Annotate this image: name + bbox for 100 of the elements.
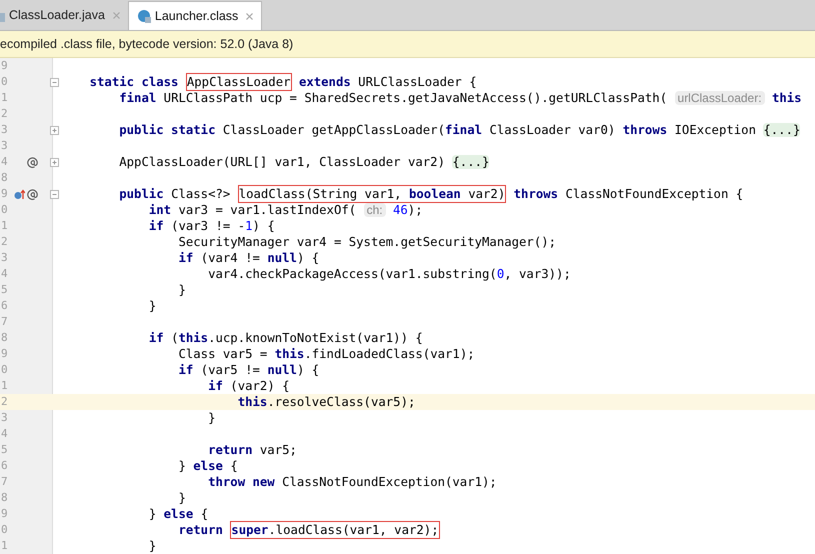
code-text: (var2) { bbox=[230, 379, 290, 393]
decompiled-notice: ecompiled .class file, bytecode version: 52.0 (Java 8) bbox=[0, 36, 294, 53]
keyword: int bbox=[148, 203, 172, 217]
keyword: else bbox=[193, 459, 223, 473]
keyword: throws bbox=[622, 123, 668, 137]
keyword: super bbox=[231, 523, 268, 537]
code-text: var3 = var1.lastIndexOf( bbox=[178, 203, 356, 217]
parameter-hint: urlClassLoader: bbox=[674, 91, 765, 105]
keyword: public bbox=[119, 187, 164, 201]
code-text: AppClassLoader bbox=[186, 75, 291, 89]
code-text: } bbox=[178, 283, 186, 297]
expand-icon[interactable] bbox=[50, 126, 58, 134]
code-text: URLClassLoader { bbox=[358, 75, 477, 89]
code-text: ( bbox=[171, 331, 178, 345]
keyword: if bbox=[178, 363, 194, 377]
line-number: 1 bbox=[0, 90, 9, 106]
code-text: ) { bbox=[296, 251, 320, 265]
keyword: if bbox=[208, 379, 223, 393]
code-text: } bbox=[148, 507, 156, 521]
code-text: { bbox=[200, 507, 208, 521]
line-number: 1 bbox=[0, 538, 9, 554]
code-text: (var3 != - bbox=[171, 219, 246, 233]
collapse-icon[interactable] bbox=[50, 190, 58, 198]
keyword: this bbox=[274, 347, 304, 361]
line-number: 8 bbox=[0, 330, 9, 346]
code-text: loadClass(String var1, bbox=[238, 187, 402, 201]
code-text: AppClassLoader(URL[] var1, ClassLoader var2) bbox=[119, 155, 445, 169]
code-text: ClassNotFoundException(var1); bbox=[282, 475, 497, 489]
line-number: 1 bbox=[0, 378, 9, 394]
line-number: 2 bbox=[0, 394, 9, 410]
line-number: 9 bbox=[0, 186, 9, 202]
keyword: null bbox=[267, 251, 297, 265]
number-literal: 1 bbox=[245, 219, 253, 233]
keyword: static class bbox=[90, 75, 178, 89]
code-text: IOException bbox=[674, 123, 756, 137]
code-text: } bbox=[178, 459, 186, 473]
line-number: 1 bbox=[0, 218, 9, 234]
code-text: Class var5 = bbox=[178, 347, 268, 361]
line-number: 5 bbox=[0, 282, 9, 298]
line-number: 3 bbox=[0, 250, 9, 266]
keyword: return bbox=[208, 443, 252, 457]
code-text: ) { bbox=[252, 219, 275, 233]
expand-icon[interactable] bbox=[50, 158, 58, 166]
keyword: this bbox=[238, 395, 268, 409]
keyword: final bbox=[119, 91, 156, 105]
collapse-icon[interactable] bbox=[50, 78, 58, 86]
editor-tab[interactable]: Launcher.class bbox=[128, 1, 262, 30]
keyword: final bbox=[445, 123, 482, 137]
code-text: SecurityManager var4 = System.getSecurityManager(); bbox=[178, 235, 556, 249]
code-text: URLClassPath ucp = SharedSecrets.getJavaNetAccess().getURLClassPath( bbox=[164, 91, 668, 105]
code-text: } bbox=[148, 539, 156, 553]
line-number: 7 bbox=[0, 314, 9, 330]
line-number: 9 bbox=[0, 346, 9, 362]
close-icon[interactable] bbox=[246, 12, 254, 20]
code-text: .loadClass(var1, var2); bbox=[268, 523, 439, 537]
code-text: } bbox=[148, 299, 156, 313]
line-number: 4 bbox=[0, 154, 9, 170]
line-number: 3 bbox=[0, 138, 9, 154]
code-text: } bbox=[208, 411, 216, 425]
override-marker-icon[interactable] bbox=[14, 188, 25, 200]
code-text: ); bbox=[408, 203, 423, 217]
code-text: (var5 != bbox=[200, 363, 260, 377]
line-number: 5 bbox=[0, 442, 9, 458]
code-text: { bbox=[230, 459, 238, 473]
close-icon[interactable] bbox=[112, 12, 120, 19]
code-text: Class<?> bbox=[171, 187, 230, 201]
line-number: 6 bbox=[0, 458, 9, 474]
line-number: 8 bbox=[0, 490, 9, 506]
code-text: ClassNotFoundException { bbox=[565, 187, 744, 201]
keyword: throw new bbox=[208, 475, 275, 489]
keyword: extends bbox=[298, 75, 351, 89]
keyword: null bbox=[267, 363, 297, 377]
keyword: if bbox=[148, 331, 164, 345]
folded-code[interactable]: {...} bbox=[452, 155, 490, 169]
keyword: this bbox=[772, 91, 802, 105]
line-number: 3 bbox=[0, 410, 9, 426]
code-text: .ucp.knownToNotExist(var1)) { bbox=[208, 331, 423, 345]
folded-code[interactable]: {...} bbox=[763, 123, 800, 137]
code-text: (var4 != bbox=[200, 251, 260, 265]
code-text: ClassLoader getAppClassLoader( bbox=[222, 123, 445, 137]
code-text: ) { bbox=[296, 363, 320, 377]
keyword: return bbox=[178, 523, 223, 537]
at-sign-icon[interactable] bbox=[27, 188, 38, 200]
number-literal: 0 bbox=[496, 267, 504, 281]
line-number: 9 bbox=[0, 58, 9, 74]
number-literal: 46 bbox=[392, 203, 408, 217]
keyword: if bbox=[178, 251, 194, 265]
code-text: .resolveClass(var5); bbox=[267, 395, 416, 409]
line-number: 4 bbox=[0, 266, 9, 282]
at-sign-icon[interactable] bbox=[27, 156, 38, 168]
line-number: 2 bbox=[0, 234, 9, 250]
line-number: 9 bbox=[0, 506, 9, 522]
code-text: } bbox=[178, 491, 186, 505]
line-number: 4 bbox=[0, 426, 9, 442]
keyword: this bbox=[178, 331, 208, 345]
keyword: boolean bbox=[408, 187, 461, 201]
code-text: var4.checkPackageAccess(var1.substring( bbox=[208, 267, 497, 281]
line-number: 8 bbox=[0, 170, 9, 186]
line-number: 6 bbox=[0, 298, 9, 314]
line-number: 0 bbox=[0, 362, 9, 378]
